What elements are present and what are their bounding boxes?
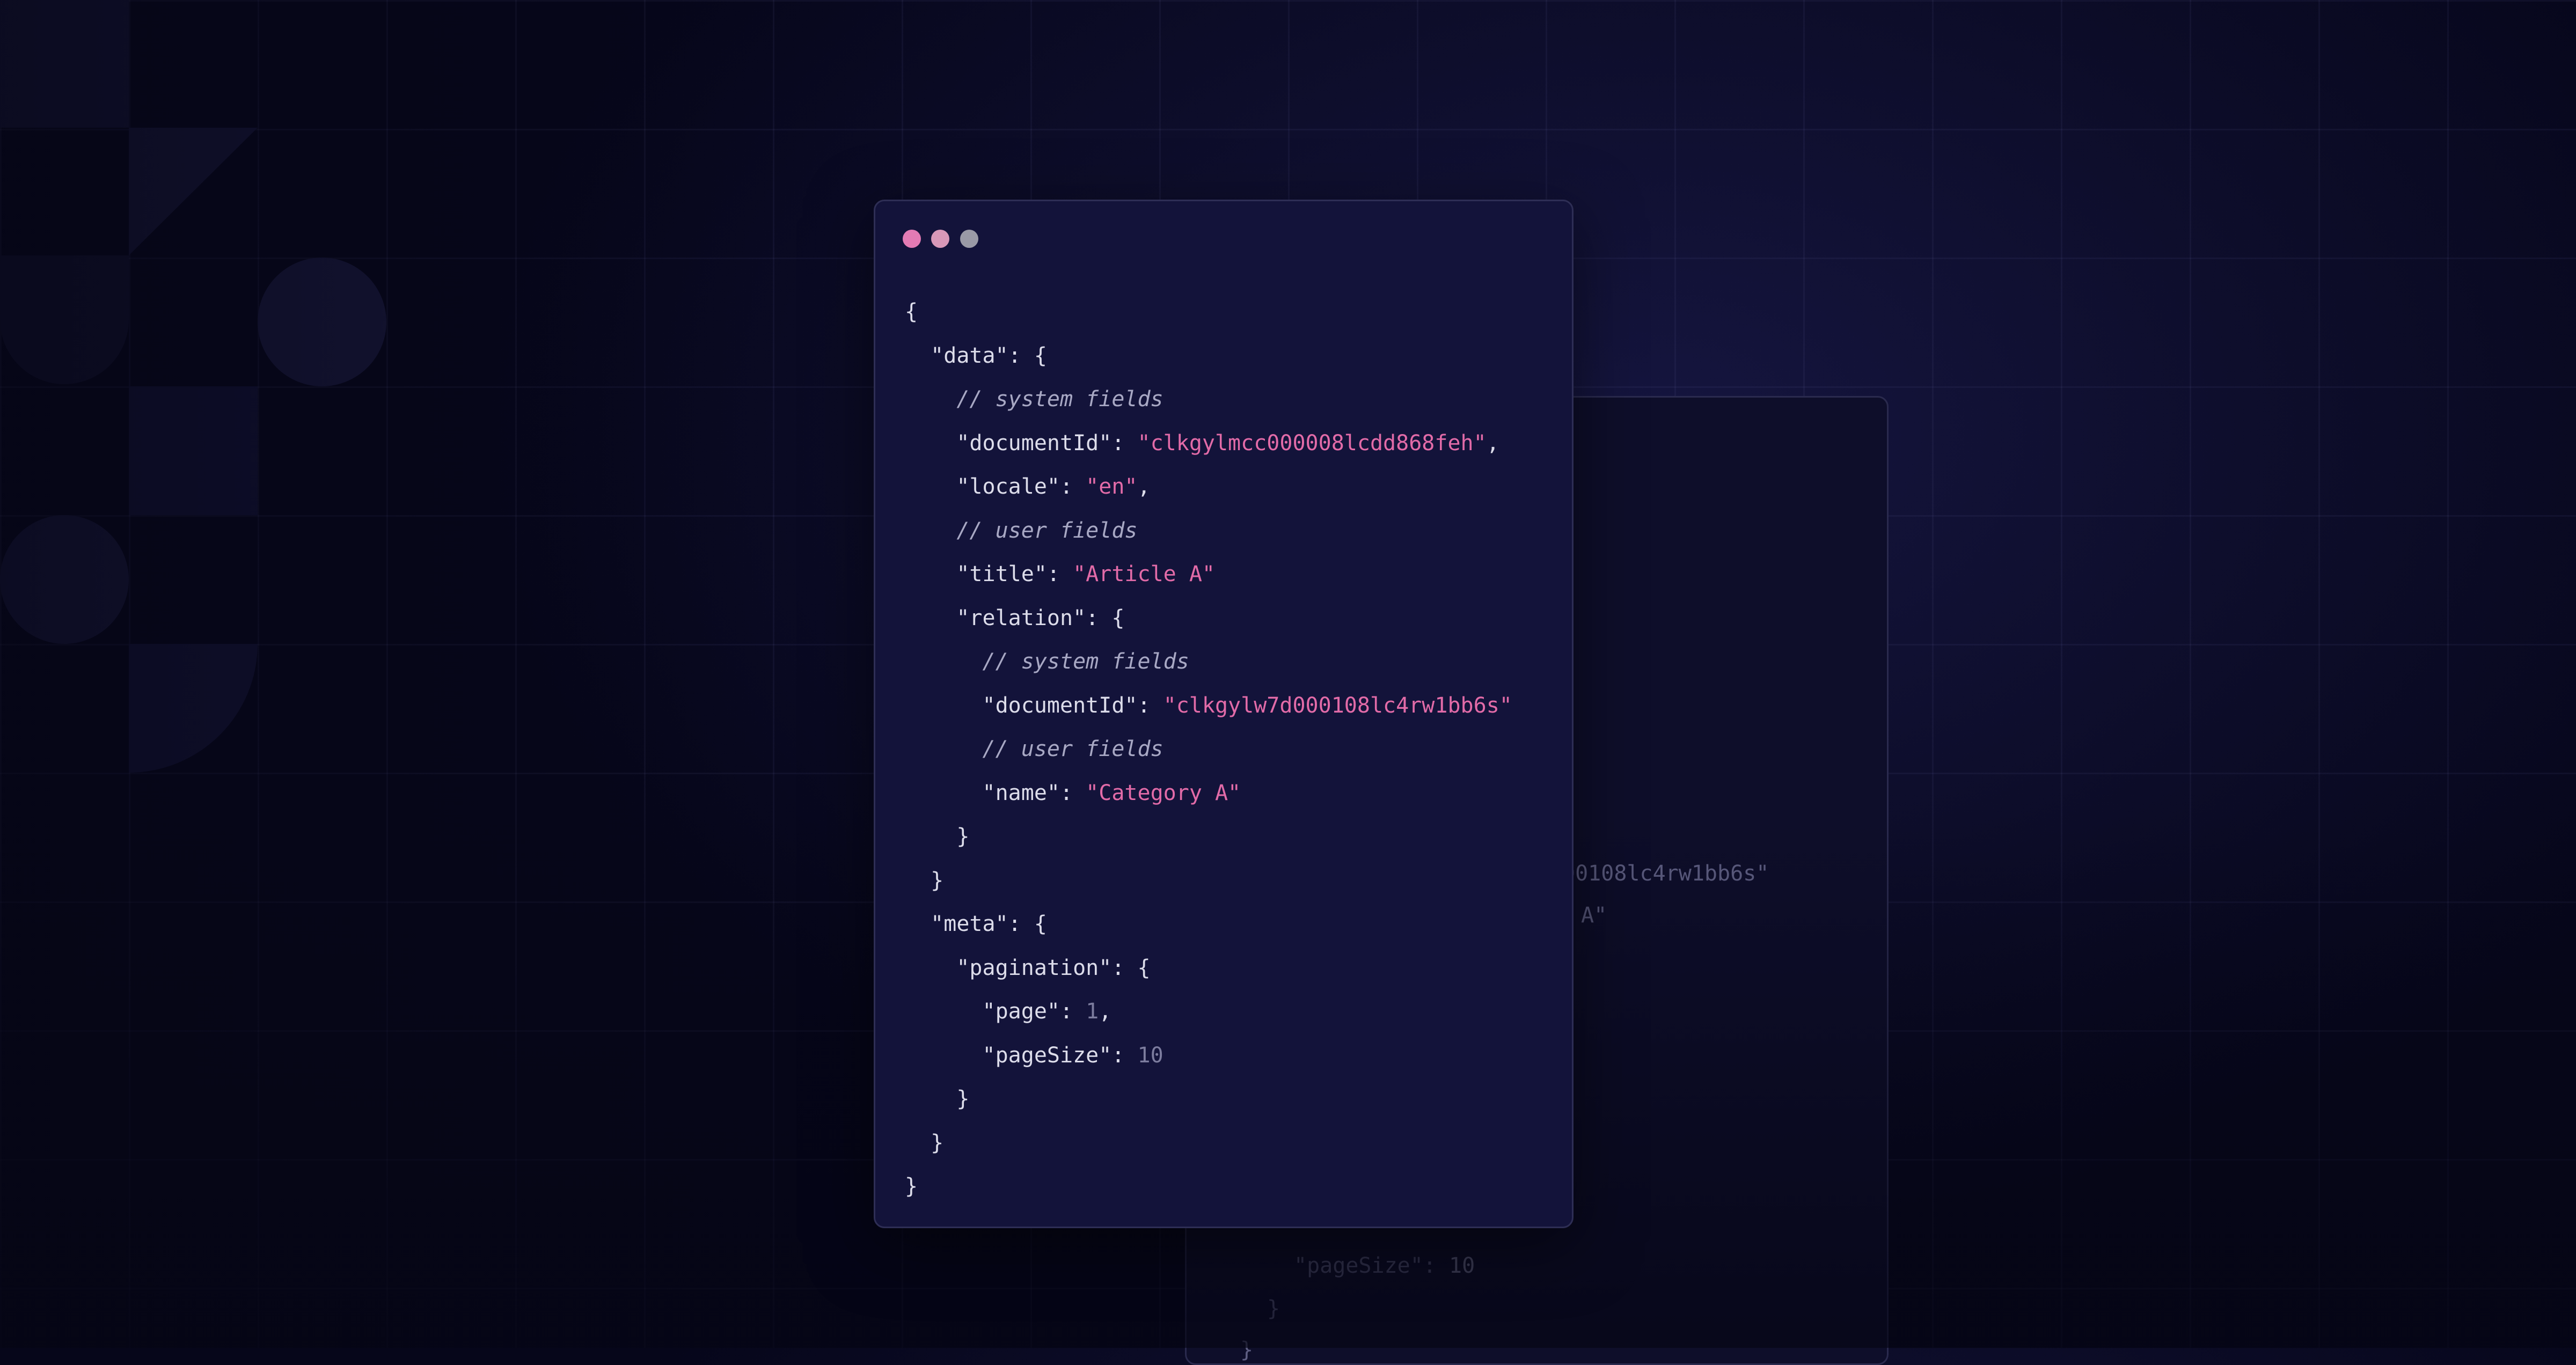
code-line: "documentId": "clkgylw7d000108lc4rw1bb6s… — [905, 684, 1512, 728]
code-line: "locale": "en", — [905, 465, 1512, 509]
code-punctuation: "pageSize": — [905, 1043, 1138, 1068]
code-line: "documentId": "clkgylmcc000008lcdd868feh… — [905, 422, 1512, 466]
code-punctuation: } — [905, 824, 970, 849]
code-line: } — [905, 1121, 1512, 1165]
code-punctuation: "meta": { — [905, 912, 1047, 936]
code-punctuation: } — [905, 1174, 918, 1199]
code-line: "pagination": { — [905, 946, 1512, 990]
code-punctuation: "documentId": — [905, 430, 1138, 456]
code-comment: // system fields — [905, 649, 1189, 674]
code-line: "pageSize": 10 — [905, 1034, 1512, 1078]
code-line: "relation": { — [905, 597, 1512, 641]
code-punctuation: "documentId": — [905, 693, 1163, 718]
code-string: "Category A" — [1086, 780, 1241, 805]
code-line: "data": { — [905, 334, 1512, 378]
minimize-dot[interactable] — [931, 230, 949, 248]
code-punctuation: , — [1486, 430, 1499, 456]
code-punctuation: "relation": { — [905, 605, 1125, 630]
code-punctuation: } — [905, 868, 944, 893]
code-line: } — [905, 1077, 1512, 1121]
code-punctuation: "title": — [905, 562, 1073, 586]
code-punctuation: } — [905, 1130, 944, 1155]
code-comment: // system fields — [905, 387, 1163, 412]
code-comment: // user fields — [905, 737, 1163, 761]
code-line: "name": "Category A" — [905, 772, 1512, 816]
json-code-block: { "data": { // system fields "documentId… — [905, 290, 1512, 1209]
code-line: } — [905, 859, 1512, 903]
code-window: { "data": { // system fields "documentId… — [874, 200, 1574, 1228]
code-punctuation: , — [1137, 474, 1151, 499]
code-string: "clkgylmcc000008lcdd868feh" — [1137, 430, 1487, 456]
code-line: // system fields — [905, 378, 1512, 422]
code-line: // system fields — [905, 640, 1512, 684]
code-line: "title": "Article A" — [905, 553, 1512, 597]
code-punctuation: "pagination": { — [905, 955, 1151, 980]
code-number: 10 — [1137, 1043, 1163, 1068]
code-line: } — [905, 815, 1512, 859]
code-punctuation: "page": — [905, 999, 1086, 1024]
code-comment: // user fields — [905, 518, 1138, 543]
code-punctuation: "data": { — [905, 343, 1047, 368]
maximize-dot[interactable] — [960, 230, 978, 248]
code-line: { — [905, 290, 1512, 334]
code-number: 1 — [1086, 999, 1099, 1024]
code-line: // user fields — [905, 509, 1512, 553]
code-punctuation: { — [905, 299, 918, 324]
code-string: "Article A" — [1073, 562, 1215, 586]
code-string: "en" — [1086, 474, 1138, 499]
code-punctuation: , — [1099, 999, 1112, 1024]
close-dot[interactable] — [903, 230, 921, 248]
code-line: } — [905, 1165, 1512, 1209]
code-line: "page": 1, — [905, 990, 1512, 1034]
code-string: "clkgylw7d000108lc4rw1bb6s" — [1163, 693, 1512, 718]
code-punctuation: "locale": — [905, 474, 1086, 499]
code-punctuation: "name": — [905, 780, 1086, 805]
code-punctuation: } — [905, 1087, 970, 1111]
code-line: "meta": { — [905, 902, 1512, 946]
code-line: // user fields — [905, 728, 1512, 772]
